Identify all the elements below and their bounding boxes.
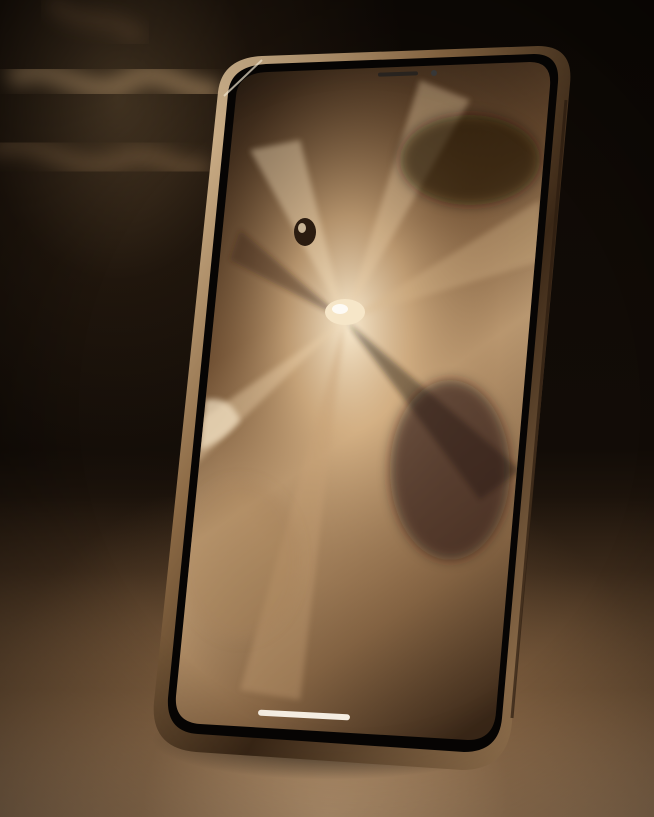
smartphone — [153, 46, 571, 770]
front-camera — [431, 70, 437, 76]
photo-scene — [0, 0, 654, 817]
